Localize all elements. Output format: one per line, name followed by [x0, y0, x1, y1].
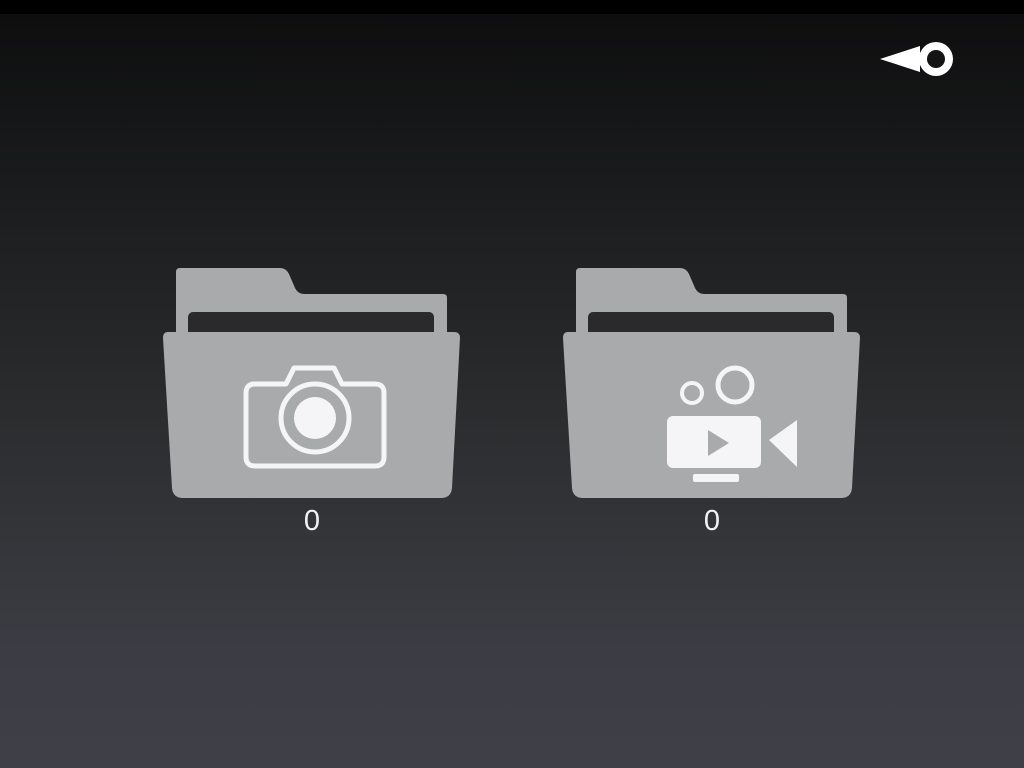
photos-folder[interactable] [162, 262, 462, 502]
folder-icon [563, 268, 860, 498]
status-bar [0, 0, 1024, 14]
folder-icon [163, 268, 460, 498]
back-button[interactable] [876, 38, 962, 82]
videos-count: 0 [703, 505, 721, 537]
videos-folder[interactable] [562, 262, 862, 502]
back-pointer-icon [880, 42, 953, 76]
photos-count: 0 [303, 505, 321, 537]
